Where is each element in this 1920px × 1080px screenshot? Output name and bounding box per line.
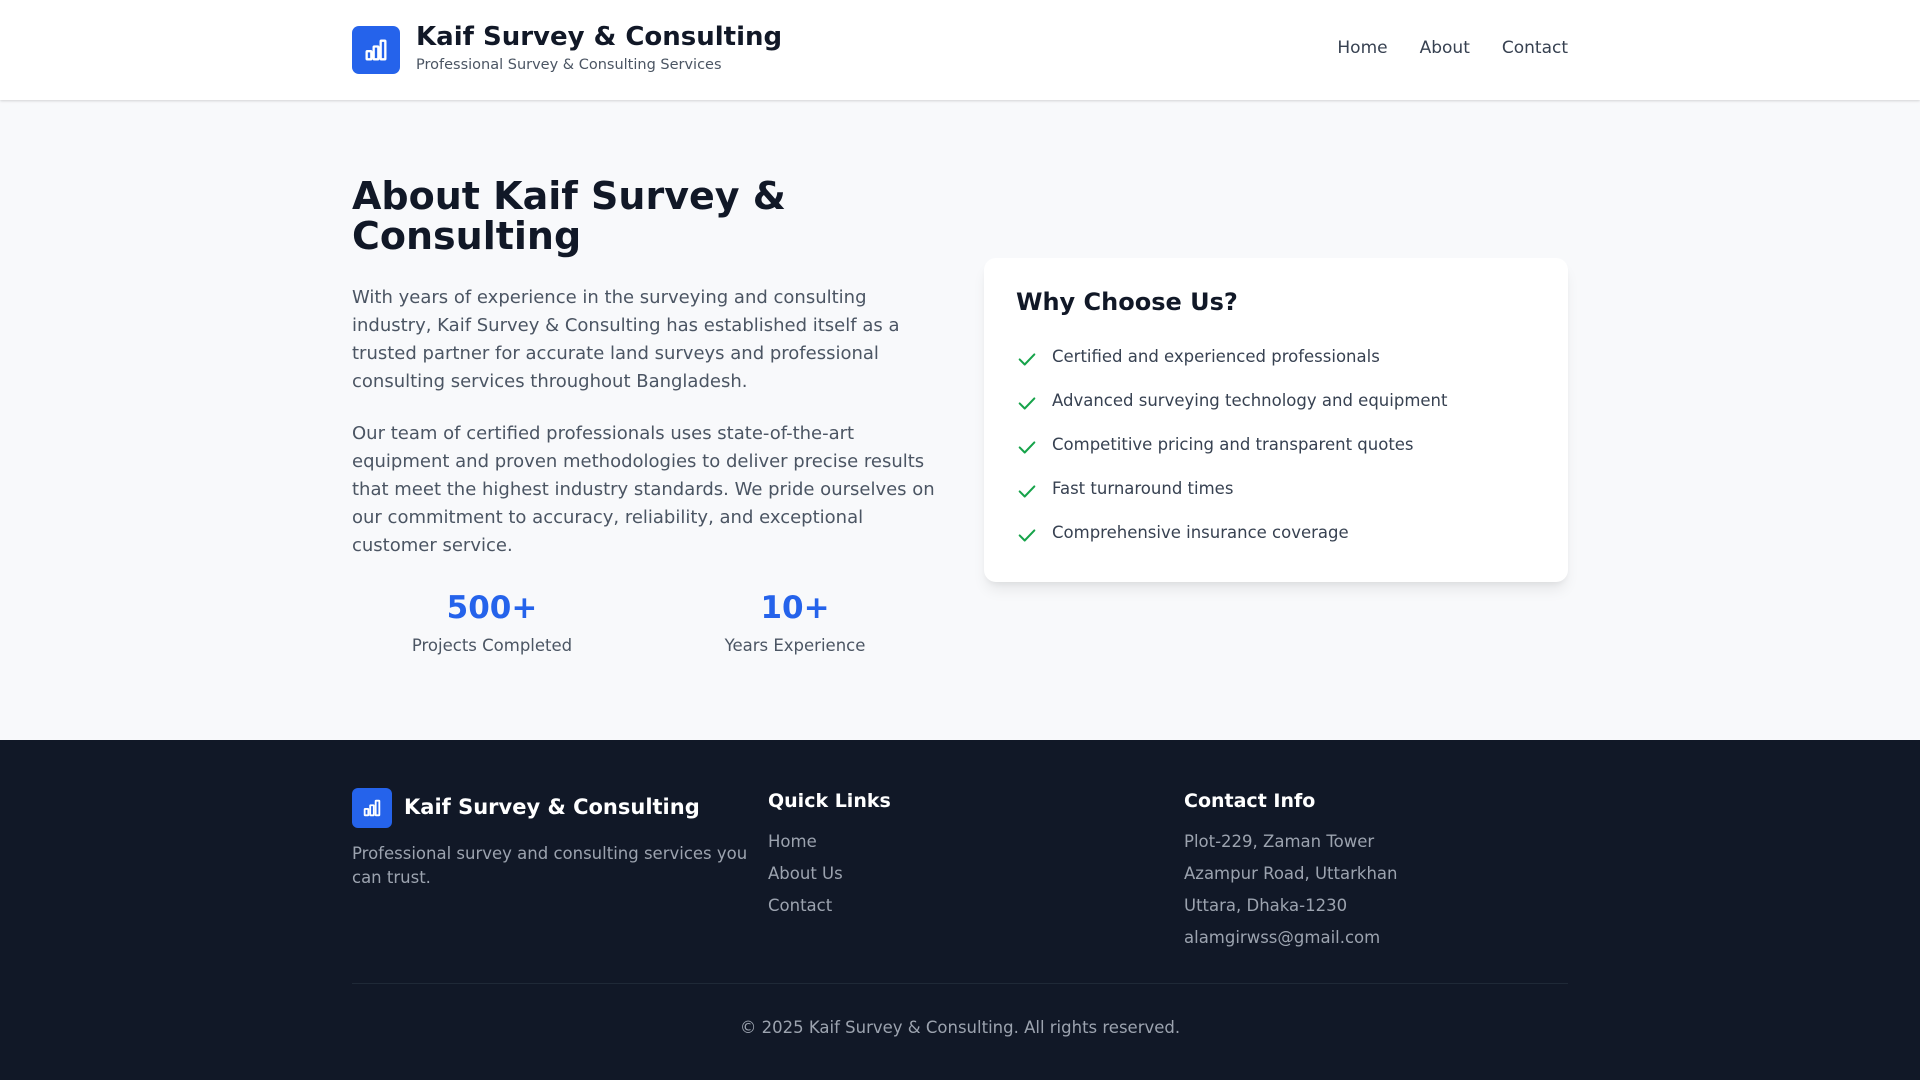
stat-value: 10+ bbox=[760, 590, 830, 626]
feature-text: Certified and experienced professionals bbox=[1052, 346, 1380, 366]
footer-divider bbox=[352, 983, 1568, 984]
bar-chart-icon bbox=[365, 39, 387, 61]
main-nav: Home About Contact bbox=[1337, 38, 1568, 58]
brand-title[interactable]: Kaif Survey & Consulting bbox=[416, 22, 782, 52]
contact-email[interactable]: alamgirwss@gmail.com bbox=[1184, 928, 1397, 948]
bar-chart-icon bbox=[363, 799, 381, 817]
quick-links-list: Home About Us Contact bbox=[768, 832, 843, 928]
check-icon bbox=[1018, 441, 1036, 454]
card-title: Why Choose Us? bbox=[1016, 288, 1238, 316]
footer-logo bbox=[352, 788, 392, 828]
footer-link-about[interactable]: About Us bbox=[768, 864, 843, 884]
feature-item: Fast turnaround times bbox=[1016, 476, 1447, 500]
nav-link-about[interactable]: About bbox=[1420, 38, 1470, 58]
brand-logo[interactable] bbox=[352, 26, 400, 74]
site-header: Kaif Survey & Consulting Professional Su… bbox=[0, 0, 1920, 100]
feature-item: Competitive pricing and transparent quot… bbox=[1016, 432, 1447, 456]
footer-description: Professional survey and consulting servi… bbox=[352, 844, 748, 887]
check-icon bbox=[1018, 397, 1036, 410]
check-icon bbox=[1018, 353, 1036, 366]
brand-tagline: Professional Survey & Consulting Service… bbox=[416, 57, 722, 73]
stat-label: Years Experience bbox=[724, 636, 866, 655]
stat-value: 500+ bbox=[446, 590, 538, 626]
feature-item: Advanced surveying technology and equipm… bbox=[1016, 388, 1447, 412]
stat-label: Projects Completed bbox=[411, 636, 573, 655]
stat-years: 10+ Years Experience bbox=[650, 588, 940, 655]
nav-link-home[interactable]: Home bbox=[1337, 38, 1387, 58]
contact-info-list: Plot-229, Zaman Tower Azampur Road, Utta… bbox=[1184, 832, 1397, 960]
feature-text: Advanced surveying technology and equipm… bbox=[1052, 390, 1448, 410]
feature-item: Certified and experienced professionals bbox=[1016, 344, 1447, 368]
about-paragraph: With years of experience in the surveyin… bbox=[352, 287, 900, 392]
about-paragraph: Our team of certified professionals uses… bbox=[352, 423, 935, 556]
copyright: © 2025 Kaif Survey & Consulting. All rig… bbox=[739, 1018, 1181, 1037]
nav-link-contact[interactable]: Contact bbox=[1502, 38, 1568, 58]
footer-link-home[interactable]: Home bbox=[768, 832, 843, 852]
feature-text: Comprehensive insurance coverage bbox=[1052, 522, 1349, 542]
feature-item: Comprehensive insurance coverage bbox=[1016, 520, 1447, 544]
feature-text: Fast turnaround times bbox=[1052, 478, 1234, 498]
site-footer: Kaif Survey & Consulting Professional su… bbox=[0, 740, 1920, 1080]
feature-text: Competitive pricing and transparent quot… bbox=[1052, 434, 1414, 454]
about-title: About Kaif Survey & Consulting bbox=[352, 174, 786, 258]
check-icon bbox=[1018, 529, 1036, 542]
contact-address-line: Uttara, Dhaka-1230 bbox=[1184, 896, 1348, 915]
check-icon bbox=[1018, 485, 1036, 498]
quick-links-title: Quick Links bbox=[768, 790, 891, 812]
contact-address-line: Plot-229, Zaman Tower bbox=[1184, 832, 1375, 851]
contact-address-line: Azampur Road, Uttarkhan bbox=[1184, 864, 1398, 883]
why-choose-card: Why Choose Us? Certified and experienced… bbox=[984, 258, 1568, 582]
footer-link-contact[interactable]: Contact bbox=[768, 896, 843, 916]
feature-list: Certified and experienced professionals … bbox=[1016, 344, 1447, 564]
footer-brand: Kaif Survey & Consulting bbox=[404, 795, 700, 819]
contact-info-title: Contact Info bbox=[1184, 790, 1316, 812]
stat-projects: 500+ Projects Completed bbox=[347, 588, 637, 655]
